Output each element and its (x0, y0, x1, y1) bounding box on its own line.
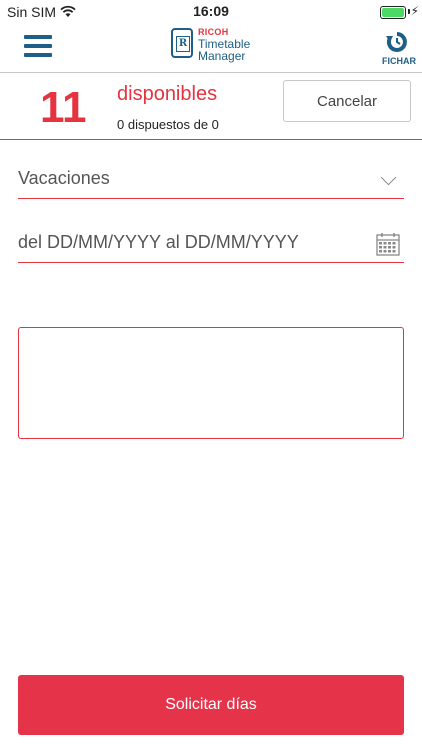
comments-textarea[interactable] (18, 327, 404, 439)
cancel-button[interactable]: Cancelar (283, 80, 411, 122)
menu-button[interactable] (24, 35, 52, 57)
battery-icon (380, 6, 406, 19)
navigation-bar: R RICOH Timetable Manager FICHAR (0, 24, 422, 73)
logo-title-line2: Manager (198, 49, 246, 63)
available-days-label: disponibles (117, 83, 218, 105)
date-range-field[interactable]: del DD/MM/YYYY al DD/MM/YYYY (18, 228, 404, 263)
clock-in-icon (386, 32, 407, 52)
days-summary: 11 disponibles 0 dispuestos de 0 Cancela… (0, 73, 422, 140)
status-bar: Sin SIM 16:09 ⚡ (0, 0, 422, 24)
available-days-count: 11 (40, 83, 87, 132)
clock-in-button[interactable]: FICHAR (382, 30, 416, 70)
logo-phone-icon: R (171, 28, 193, 58)
charging-icon: ⚡ (410, 4, 419, 18)
chevron-down-icon (380, 169, 397, 186)
absence-type-select[interactable]: Vacaciones (18, 164, 404, 199)
logo-brand: RICOH (198, 27, 229, 37)
status-time: 16:09 (193, 3, 229, 19)
used-days-text: 0 dispuestos de 0 (117, 117, 219, 132)
clock-in-label: FICHAR (382, 56, 416, 66)
absence-type-value: Vacaciones (18, 168, 110, 188)
calendar-icon[interactable] (376, 232, 400, 256)
app-logo: R RICOH Timetable Manager (171, 26, 261, 68)
date-range-placeholder: del DD/MM/YYYY al DD/MM/YYYY (18, 232, 299, 252)
logo-letter: R (176, 36, 190, 52)
request-days-button[interactable]: Solicitar días (18, 675, 404, 735)
